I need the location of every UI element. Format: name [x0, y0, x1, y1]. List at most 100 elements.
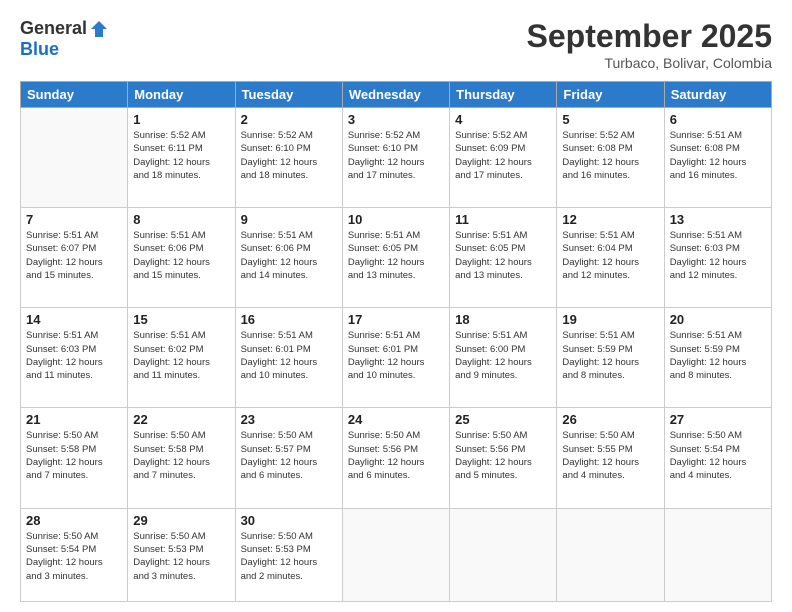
page: General Blue September 2025 Turbaco, Bol…: [0, 0, 792, 612]
day-number: 26: [562, 412, 658, 427]
week-row-1: 1 Sunrise: 5:52 AM Sunset: 6:11 PM Daylig…: [21, 108, 772, 208]
day-info: Sunrise: 5:52 AM Sunset: 6:08 PM Dayligh…: [562, 129, 658, 182]
calendar-cell: 21Sunrise: 5:50 AM Sunset: 5:58 PM Dayli…: [21, 408, 128, 508]
day-number: 13: [670, 212, 766, 227]
day-info: Sunrise: 5:50 AM Sunset: 5:58 PM Dayligh…: [26, 429, 122, 482]
day-number: 5: [562, 112, 658, 127]
day-info: Sunrise: 5:50 AM Sunset: 5:53 PM Dayligh…: [133, 530, 229, 583]
day-number: 10: [348, 212, 444, 227]
day-info: Sunrise: 5:51 AM Sunset: 6:06 PM Dayligh…: [241, 229, 337, 282]
day-info: Sunrise: 5:51 AM Sunset: 6:01 PM Dayligh…: [241, 329, 337, 382]
calendar-cell: 9 Sunrise: 5:51 AM Sunset: 6:06 PM Daylig…: [235, 208, 342, 308]
day-info: Sunrise: 5:51 AM Sunset: 6:01 PM Dayligh…: [348, 329, 444, 382]
calendar-cell: 1 Sunrise: 5:52 AM Sunset: 6:11 PM Daylig…: [128, 108, 235, 208]
day-info: Sunrise: 5:50 AM Sunset: 5:54 PM Dayligh…: [26, 530, 122, 583]
day-info: Sunrise: 5:50 AM Sunset: 5:58 PM Dayligh…: [133, 429, 229, 482]
day-info: Sunrise: 5:51 AM Sunset: 6:07 PM Dayligh…: [26, 229, 122, 282]
calendar-header-wednesday: Wednesday: [342, 82, 449, 108]
calendar-cell: 20 Sunrise: 5:51 AM Sunset: 5:59 PM Dayli…: [664, 308, 771, 408]
calendar-header-monday: Monday: [128, 82, 235, 108]
day-number: 1: [133, 112, 229, 127]
calendar-cell: 2Sunrise: 5:52 AM Sunset: 6:10 PM Daylig…: [235, 108, 342, 208]
day-number: 25: [455, 412, 551, 427]
calendar-cell: 8 Sunrise: 5:51 AM Sunset: 6:06 PM Daylig…: [128, 208, 235, 308]
day-info: Sunrise: 5:51 AM Sunset: 6:02 PM Dayligh…: [133, 329, 229, 382]
logo-icon: [89, 19, 109, 39]
calendar-cell: [21, 108, 128, 208]
calendar-cell: 14 Sunrise: 5:51 AM Sunset: 6:03 PM Dayli…: [21, 308, 128, 408]
day-info: Sunrise: 5:51 AM Sunset: 6:05 PM Dayligh…: [455, 229, 551, 282]
day-number: 2: [241, 112, 337, 127]
day-number: 11: [455, 212, 551, 227]
day-info: Sunrise: 5:51 AM Sunset: 6:00 PM Dayligh…: [455, 329, 551, 382]
calendar-cell: 13 Sunrise: 5:51 AM Sunset: 6:03 PM Dayli…: [664, 208, 771, 308]
calendar-header-thursday: Thursday: [450, 82, 557, 108]
day-info: Sunrise: 5:51 AM Sunset: 6:06 PM Dayligh…: [133, 229, 229, 282]
day-info: Sunrise: 5:51 AM Sunset: 6:05 PM Dayligh…: [348, 229, 444, 282]
calendar-cell: 23 Sunrise: 5:50 AM Sunset: 5:57 PM Dayli…: [235, 408, 342, 508]
day-info: Sunrise: 5:51 AM Sunset: 5:59 PM Dayligh…: [670, 329, 766, 382]
logo-text: General: [20, 18, 109, 39]
day-info: Sunrise: 5:50 AM Sunset: 5:55 PM Dayligh…: [562, 429, 658, 482]
day-info: Sunrise: 5:51 AM Sunset: 5:59 PM Dayligh…: [562, 329, 658, 382]
calendar-cell: 18 Sunrise: 5:51 AM Sunset: 6:00 PM Dayli…: [450, 308, 557, 408]
day-number: 29: [133, 513, 229, 528]
calendar-cell: 29 Sunrise: 5:50 AM Sunset: 5:53 PM Dayli…: [128, 508, 235, 601]
week-row-3: 14 Sunrise: 5:51 AM Sunset: 6:03 PM Dayli…: [21, 308, 772, 408]
day-number: 16: [241, 312, 337, 327]
day-number: 4: [455, 112, 551, 127]
calendar-header-friday: Friday: [557, 82, 664, 108]
month-title: September 2025: [527, 18, 772, 55]
calendar-cell: [342, 508, 449, 601]
day-info: Sunrise: 5:50 AM Sunset: 5:53 PM Dayligh…: [241, 530, 337, 583]
day-info: Sunrise: 5:51 AM Sunset: 6:03 PM Dayligh…: [26, 329, 122, 382]
day-info: Sunrise: 5:50 AM Sunset: 5:56 PM Dayligh…: [455, 429, 551, 482]
subtitle: Turbaco, Bolivar, Colombia: [527, 55, 772, 71]
calendar-cell: 3Sunrise: 5:52 AM Sunset: 6:10 PM Daylig…: [342, 108, 449, 208]
day-info: Sunrise: 5:52 AM Sunset: 6:10 PM Dayligh…: [348, 129, 444, 182]
calendar-cell: [664, 508, 771, 601]
calendar-cell: 7Sunrise: 5:51 AM Sunset: 6:07 PM Daylig…: [21, 208, 128, 308]
day-number: 22: [133, 412, 229, 427]
day-number: 18: [455, 312, 551, 327]
calendar-header-tuesday: Tuesday: [235, 82, 342, 108]
day-number: 15: [133, 312, 229, 327]
day-number: 8: [133, 212, 229, 227]
day-number: 20: [670, 312, 766, 327]
day-info: Sunrise: 5:50 AM Sunset: 5:56 PM Dayligh…: [348, 429, 444, 482]
day-info: Sunrise: 5:51 AM Sunset: 6:08 PM Dayligh…: [670, 129, 766, 182]
day-number: 30: [241, 513, 337, 528]
day-info: Sunrise: 5:52 AM Sunset: 6:09 PM Dayligh…: [455, 129, 551, 182]
calendar-header-row: SundayMondayTuesdayWednesdayThursdayFrid…: [21, 82, 772, 108]
day-number: 24: [348, 412, 444, 427]
calendar-table: SundayMondayTuesdayWednesdayThursdayFrid…: [20, 81, 772, 602]
day-number: 12: [562, 212, 658, 227]
calendar-cell: 28 Sunrise: 5:50 AM Sunset: 5:54 PM Dayli…: [21, 508, 128, 601]
calendar-cell: 12Sunrise: 5:51 AM Sunset: 6:04 PM Dayli…: [557, 208, 664, 308]
day-info: Sunrise: 5:51 AM Sunset: 6:03 PM Dayligh…: [670, 229, 766, 282]
logo-blue: Blue: [20, 39, 59, 60]
calendar-cell: [557, 508, 664, 601]
logo-general: General: [20, 18, 87, 39]
calendar-cell: 26 Sunrise: 5:50 AM Sunset: 5:55 PM Dayli…: [557, 408, 664, 508]
calendar-header-sunday: Sunday: [21, 82, 128, 108]
calendar-cell: 22 Sunrise: 5:50 AM Sunset: 5:58 PM Dayli…: [128, 408, 235, 508]
week-row-5: 28 Sunrise: 5:50 AM Sunset: 5:54 PM Dayli…: [21, 508, 772, 601]
day-info: Sunrise: 5:52 AM Sunset: 6:11 PM Dayligh…: [133, 129, 229, 182]
calendar-cell: 16 Sunrise: 5:51 AM Sunset: 6:01 PM Dayli…: [235, 308, 342, 408]
calendar-cell: 5 Sunrise: 5:52 AM Sunset: 6:08 PM Daylig…: [557, 108, 664, 208]
day-number: 27: [670, 412, 766, 427]
calendar-cell: 17 Sunrise: 5:51 AM Sunset: 6:01 PM Dayli…: [342, 308, 449, 408]
calendar-cell: 15 Sunrise: 5:51 AM Sunset: 6:02 PM Dayli…: [128, 308, 235, 408]
day-number: 14: [26, 312, 122, 327]
header: General Blue September 2025 Turbaco, Bol…: [20, 18, 772, 71]
calendar-cell: [450, 508, 557, 601]
day-number: 9: [241, 212, 337, 227]
day-number: 23: [241, 412, 337, 427]
calendar-cell: 27Sunrise: 5:50 AM Sunset: 5:54 PM Dayli…: [664, 408, 771, 508]
calendar-cell: 6Sunrise: 5:51 AM Sunset: 6:08 PM Daylig…: [664, 108, 771, 208]
day-number: 28: [26, 513, 122, 528]
logo: General Blue: [20, 18, 109, 60]
day-number: 17: [348, 312, 444, 327]
day-info: Sunrise: 5:50 AM Sunset: 5:57 PM Dayligh…: [241, 429, 337, 482]
